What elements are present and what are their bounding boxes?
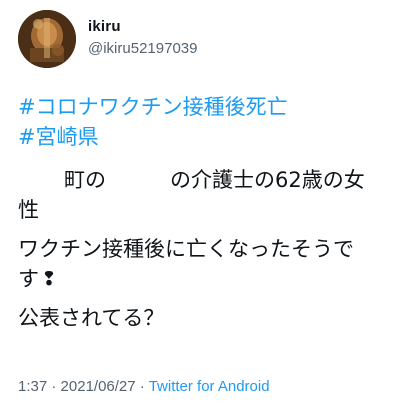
tweet-line: 公表されてる？ — [18, 306, 165, 330]
tweet-line: 町の の介護士の62歳の女 — [64, 168, 365, 192]
tweet-header: ikiru @ikiru52197039 — [18, 10, 398, 70]
hashtag-link[interactable]: #宮崎県 — [18, 122, 414, 152]
display-name[interactable]: ikiru — [88, 18, 121, 35]
tweet-line: ワクチン接種後に亡くなったそうで — [18, 237, 354, 261]
tweet-line: す ❢ — [18, 264, 414, 294]
hashtag-link[interactable]: #コロナワクチン接種後死亡 — [18, 92, 414, 122]
tweet-time[interactable]: 1:37 — [18, 378, 47, 395]
tweet-source-link[interactable]: Twitter for Android — [149, 378, 270, 395]
tweet-card: ikiru @ikiru52197039 #コロナワクチン接種後死亡 #宮崎県 … — [0, 0, 420, 418]
tweet-meta: 1:37 · 2021/06/27 · Twitter for Android — [18, 378, 270, 395]
avatar[interactable] — [18, 10, 76, 68]
avatar-photo-icon — [18, 10, 76, 68]
double-exclamation-icon: ❢ — [41, 268, 57, 290]
tweet-text: #コロナワクチン接種後死亡 #宮崎県 町の の介護士の62歳の女 性 ワクチン接種… — [18, 92, 414, 333]
tweet-line: 性 — [18, 198, 39, 222]
tweet-date[interactable]: 2021/06/27 — [61, 378, 136, 395]
user-handle[interactable]: @ikiru52197039 — [88, 40, 197, 57]
